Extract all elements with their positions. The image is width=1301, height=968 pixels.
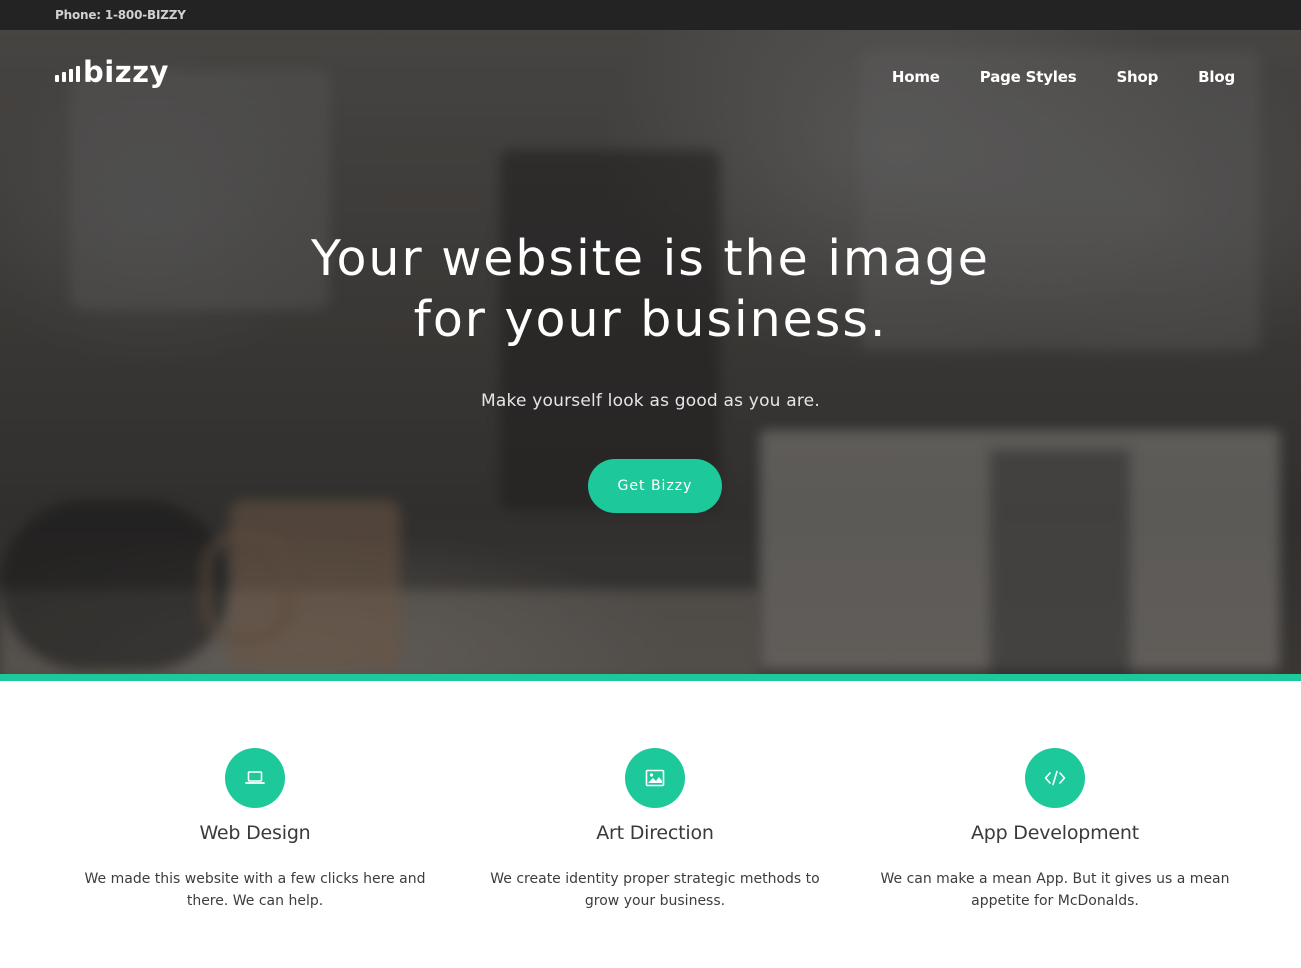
image-icon	[625, 748, 685, 808]
nav-item-home[interactable]: Home	[892, 68, 940, 86]
feature-web-design: Web Design We made this website with a f…	[55, 748, 455, 912]
main-nav: Home Page Styles Shop Blog	[892, 68, 1235, 86]
feature-description: We can make a mean App. But it gives us …	[880, 871, 1230, 909]
feature-title: Art Direction	[596, 822, 714, 844]
logo-text: bizzy	[83, 55, 169, 89]
feature-description: We made this website with a few clicks h…	[84, 871, 426, 909]
feature-title: Web Design	[199, 822, 311, 844]
hero-headline: Your website is the image for your busine…	[0, 228, 1301, 350]
features-section: Web Design We made this website with a f…	[0, 681, 1301, 968]
feature-description: We create identity proper strategic meth…	[490, 871, 820, 909]
feature-app-development: App Development We can make a mean App. …	[855, 748, 1255, 912]
hero-headline-line-2: for your business.	[413, 291, 888, 348]
laptop-icon	[225, 748, 285, 808]
hero-headline-line-1: Your website is the image	[311, 230, 990, 287]
nav-item-page-styles[interactable]: Page Styles	[980, 68, 1077, 86]
hero-overlay	[0, 30, 1301, 674]
nav-item-shop[interactable]: Shop	[1116, 68, 1158, 86]
logo-bars-icon	[55, 66, 80, 82]
top-bar: Phone: 1-800-BIZZY	[0, 0, 1301, 30]
hero-subheadline: Make yourself look as good as you are.	[481, 391, 820, 411]
hero-section: bizzy Home Page Styles Shop Blog Your we…	[0, 30, 1301, 674]
accent-divider	[0, 674, 1301, 681]
feature-title: App Development	[970, 822, 1140, 844]
phone-number: Phone: 1-800-BIZZY	[55, 8, 186, 22]
get-bizzy-button[interactable]: Get Bizzy	[588, 459, 722, 513]
site-logo[interactable]: bizzy	[55, 50, 169, 90]
feature-art-direction: Art Direction We create identity proper …	[455, 748, 855, 912]
code-icon	[1025, 748, 1085, 808]
nav-item-blog[interactable]: Blog	[1198, 68, 1235, 86]
